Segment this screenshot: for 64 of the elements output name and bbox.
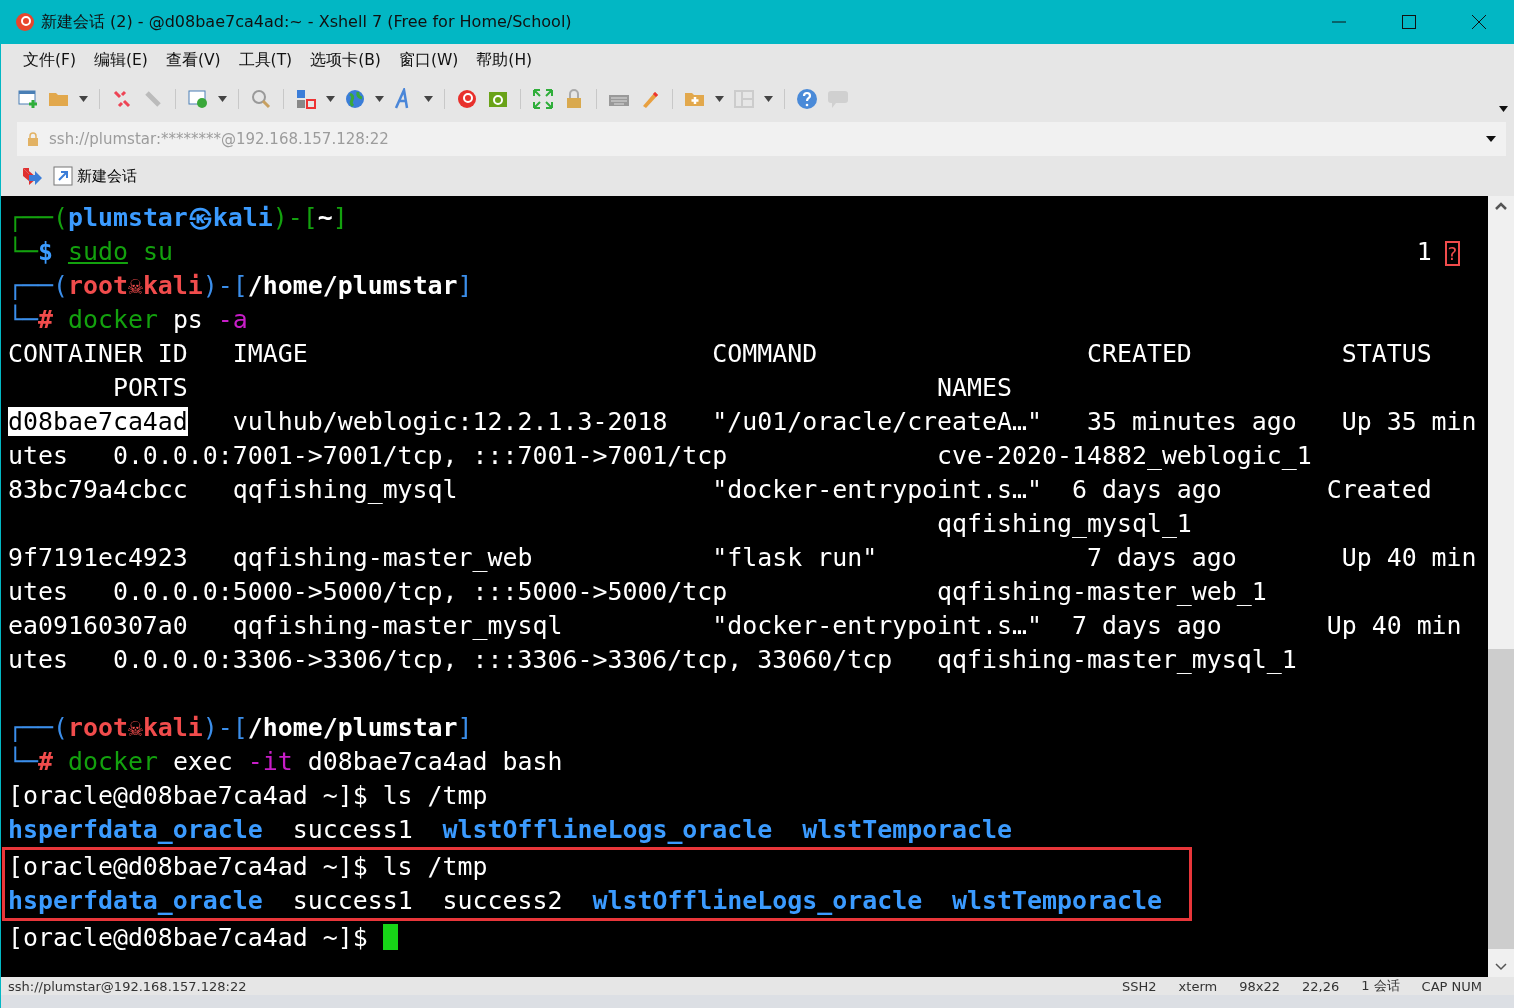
terminal-line: [oracle@d08bae7ca4ad ~]$ ls /tmp	[8, 851, 489, 883]
close-icon	[1471, 14, 1487, 30]
caret-icon[interactable]	[375, 96, 384, 102]
window-title: 新建会话 (2) - @d08bae7ca4ad:~ - Xshell 7 (Free for Home/School)	[41, 11, 573, 33]
menu-item[interactable]: 帮助(H)	[468, 45, 541, 75]
menu-item[interactable]: 窗口(W)	[390, 45, 467, 75]
status-text: xterm	[1178, 978, 1218, 994]
minimize-icon	[1331, 21, 1347, 23]
disconnect-icon[interactable]	[111, 88, 133, 110]
new-window-icon[interactable]	[17, 88, 39, 110]
help-icon[interactable]	[796, 88, 818, 110]
fullscreen-icon[interactable]	[532, 88, 554, 110]
terminal-line: 83bc79a4cbcc qqfishing_mysql "docker-entrypoint.s…" 6 days ago Created	[8, 474, 1433, 506]
lock-icon	[27, 132, 39, 146]
terminal-line: ┌──(plumstar㉿kali)-[~]	[8, 202, 349, 234]
caret-icon[interactable]	[764, 96, 773, 102]
shortcut-icon	[53, 166, 73, 186]
terminal-line: [oracle@d08bae7ca4ad ~]$	[8, 921, 1488, 955]
status-text: ssh://plumstar@192.168.157.128:22	[8, 978, 247, 994]
status-text: SSH2	[1122, 978, 1157, 994]
globe-icon[interactable]	[344, 88, 366, 110]
settings-icon[interactable]	[187, 88, 209, 110]
scrollbar[interactable]	[1488, 196, 1514, 977]
terminal-line: ┌──(root☠kali)-[/home/plumstar]	[8, 270, 474, 302]
terminal-line: d08bae7ca4ad vulhub/weblogic:12.2.1.3-2018 "/u01/oracle/createA…" 35 minutes ago Up 35 min	[8, 406, 1478, 438]
terminal-line: utes 0.0.0.0:7001->7001/tcp, :::7001->7001/tcp cve-2020-14882_weblogic_1	[8, 440, 1313, 472]
menu-item[interactable]: 文件(F)	[15, 45, 84, 75]
terminal-line: ea09160307a0 qqfishing-master_mysql "docker-entrypoint.s…" 7 days ago Up 40 min	[8, 610, 1463, 642]
menu-item[interactable]: 选项卡(B)	[302, 45, 389, 75]
transfer-icon[interactable]	[295, 88, 317, 110]
terminal-line: PORTS NAMES	[111, 372, 1014, 404]
status-text: 22,26	[1301, 978, 1340, 994]
terminal-line: hsperfdata_oracle success1 wlstOfflineLogs_oracle wlstTemporacle	[8, 814, 1014, 846]
menu-item[interactable]: 查看(V)	[157, 45, 229, 75]
terminal-line: CONTAINER ID IMAGE COMMAND CREATED STATUS	[8, 338, 1433, 370]
terminal-line: utes 0.0.0.0:3306->3306/tcp, :::3306->3306/tcp, 33060/tcp qqfishing-master_mysql_1	[8, 644, 1298, 676]
status-text: 98x22	[1239, 978, 1280, 994]
terminal-line: utes 0.0.0.0:5000->5000/tcp, :::5000->5000/tcp qqfishing-master_web_1	[8, 576, 1268, 608]
shell-icon[interactable]	[456, 88, 478, 110]
shell-logo	[13, 11, 35, 33]
terminal-line: 9f7191ec4923 qqfishing-master_web "flask run" 7 days ago Up 40 min	[8, 542, 1478, 574]
terminal-line: ┌──(root☠kali)-[/home/plumstar]	[8, 712, 474, 744]
caret-icon[interactable]	[424, 96, 433, 102]
status-text: 1 会话	[1361, 977, 1400, 995]
caret-icon[interactable]	[1486, 136, 1496, 142]
menu-item[interactable]: 工具(T)	[230, 45, 301, 75]
menu-item[interactable]: 编辑(E)	[86, 45, 156, 75]
caret-icon[interactable]	[79, 96, 88, 102]
caret-icon[interactable]	[326, 96, 335, 102]
search-icon[interactable]	[250, 88, 272, 110]
terminal-line: hsperfdata_oracle success1 success2 wlstOfflineLogs_oracle wlstTemporacle	[8, 885, 1163, 917]
caret-icon[interactable]	[218, 96, 227, 102]
cursor	[382, 924, 398, 950]
terminal-line: └─$ sudo su 1 ?	[8, 235, 1459, 268]
maximize-icon	[1401, 14, 1417, 30]
terminal-line: └─# docker ps -a	[8, 303, 249, 336]
status-text: CAP NUM	[1421, 978, 1482, 994]
arrow-icon[interactable]	[21, 166, 43, 186]
terminal-line: └─# docker exec -it d08bae7ca4ad bash	[8, 745, 564, 778]
terminal-line: [oracle@d08bae7ca4ad ~]$ ls /tmp	[8, 780, 489, 812]
caret-icon[interactable]	[1499, 106, 1508, 112]
session-tab[interactable]: 新建会话	[53, 166, 137, 186]
terminal-line: qqfishing_mysql_1	[936, 508, 1193, 540]
caret-icon[interactable]	[715, 96, 724, 102]
